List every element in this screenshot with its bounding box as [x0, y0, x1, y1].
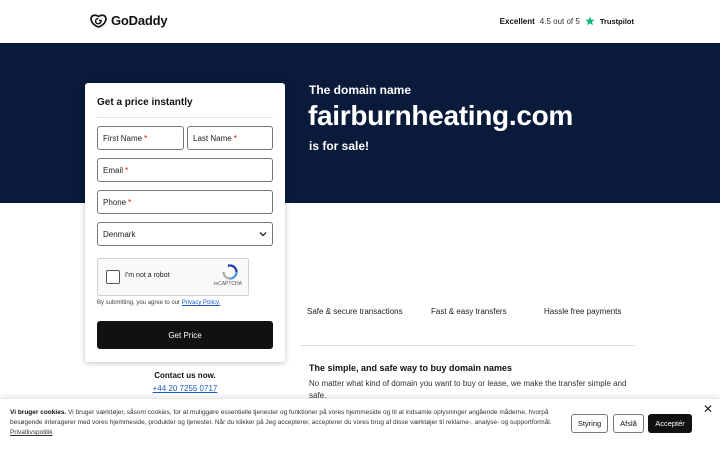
country-select[interactable]: Denmark	[97, 222, 273, 246]
feature-payments: Hassle free payments	[544, 307, 622, 316]
consent-text: By submitting, you agree to our Privacy …	[97, 300, 220, 306]
country-value: Denmark	[103, 229, 136, 239]
hero-subtitle: is for sale!	[309, 139, 370, 153]
contact-title: Contact us now.	[154, 371, 216, 380]
get-price-button[interactable]: Get Price	[97, 321, 273, 349]
email-label: Email	[103, 165, 124, 175]
chevron-down-icon	[259, 232, 267, 237]
required-mark: *	[125, 165, 129, 175]
recaptcha-icon	[222, 264, 238, 280]
trustpilot-rating[interactable]: Excellent 4.5 out of 5 Trustpilot	[500, 16, 634, 26]
hero-pretitle: The domain name	[309, 83, 412, 97]
contact-phone-link[interactable]: +44 20 7255 0717	[85, 384, 285, 393]
rating-score: 4.5 out of 5	[539, 16, 580, 26]
phone-label: Phone	[103, 197, 127, 207]
section-divider	[300, 345, 635, 346]
godaddy-logo-icon	[90, 13, 107, 28]
feature-transfers: Fast & easy transfers	[431, 307, 507, 316]
captcha-checkbox[interactable]	[106, 270, 120, 284]
required-mark: *	[144, 133, 148, 143]
decline-cookies-button[interactable]: Afslå	[613, 414, 644, 433]
last-name-label: Last Name	[193, 133, 232, 143]
captcha-label: I'm not a robot	[125, 272, 170, 279]
first-name-label: First Name	[103, 133, 143, 143]
captcha-brand: reCAPTCHA	[213, 281, 242, 287]
recaptcha-widget: I'm not a robot reCAPTCHA	[97, 258, 249, 296]
price-form-card: Get a price instantly First Name * Last N…	[85, 83, 285, 362]
rating-word: Excellent	[499, 16, 535, 26]
privacy-policy-link[interactable]: Privatlivspolitik	[10, 429, 53, 436]
brand-name: GoDaddy	[111, 13, 168, 28]
phone-field[interactable]: Phone *	[97, 190, 273, 214]
required-mark: *	[233, 133, 237, 143]
first-name-field[interactable]: First Name *	[97, 126, 184, 150]
trustpilot-name: Trustpilot	[599, 16, 634, 26]
required-mark: *	[128, 197, 132, 207]
close-icon[interactable]: ✕	[703, 402, 713, 416]
godaddy-logo[interactable]: GoDaddy	[90, 13, 168, 28]
cookie-text: Vi bruger cookies. Vi bruger værktøjer, …	[10, 408, 555, 438]
cookie-heading: Vi bruger cookies.	[10, 409, 67, 416]
form-title: Get a price instantly	[97, 97, 193, 108]
cookie-banner: Vi bruger cookies. Vi bruger værktøjer, …	[0, 399, 720, 450]
site-header: GoDaddy Excellent 4.5 out of 5 Trustpilo…	[0, 0, 720, 43]
last-name-field[interactable]: Last Name *	[187, 126, 273, 150]
form-divider	[97, 117, 273, 118]
domain-name-title: fairburnheating.com	[308, 100, 573, 131]
manage-cookies-button[interactable]: Styring	[571, 414, 608, 433]
trustpilot-star-icon	[585, 16, 595, 26]
info-title: The simple, and safe way to buy domain n…	[309, 363, 513, 373]
consent-prefix: By submitting, you agree to our	[97, 300, 181, 306]
email-field[interactable]: Email *	[97, 158, 273, 182]
feature-secure: Safe & secure transactions	[307, 307, 403, 316]
accept-cookies-button[interactable]: Acceptér	[648, 414, 692, 433]
cookie-body: Vi bruger værktøjer, såsom cookies, for …	[10, 409, 552, 426]
privacy-policy-link[interactable]: Privacy Policy.	[182, 300, 221, 306]
